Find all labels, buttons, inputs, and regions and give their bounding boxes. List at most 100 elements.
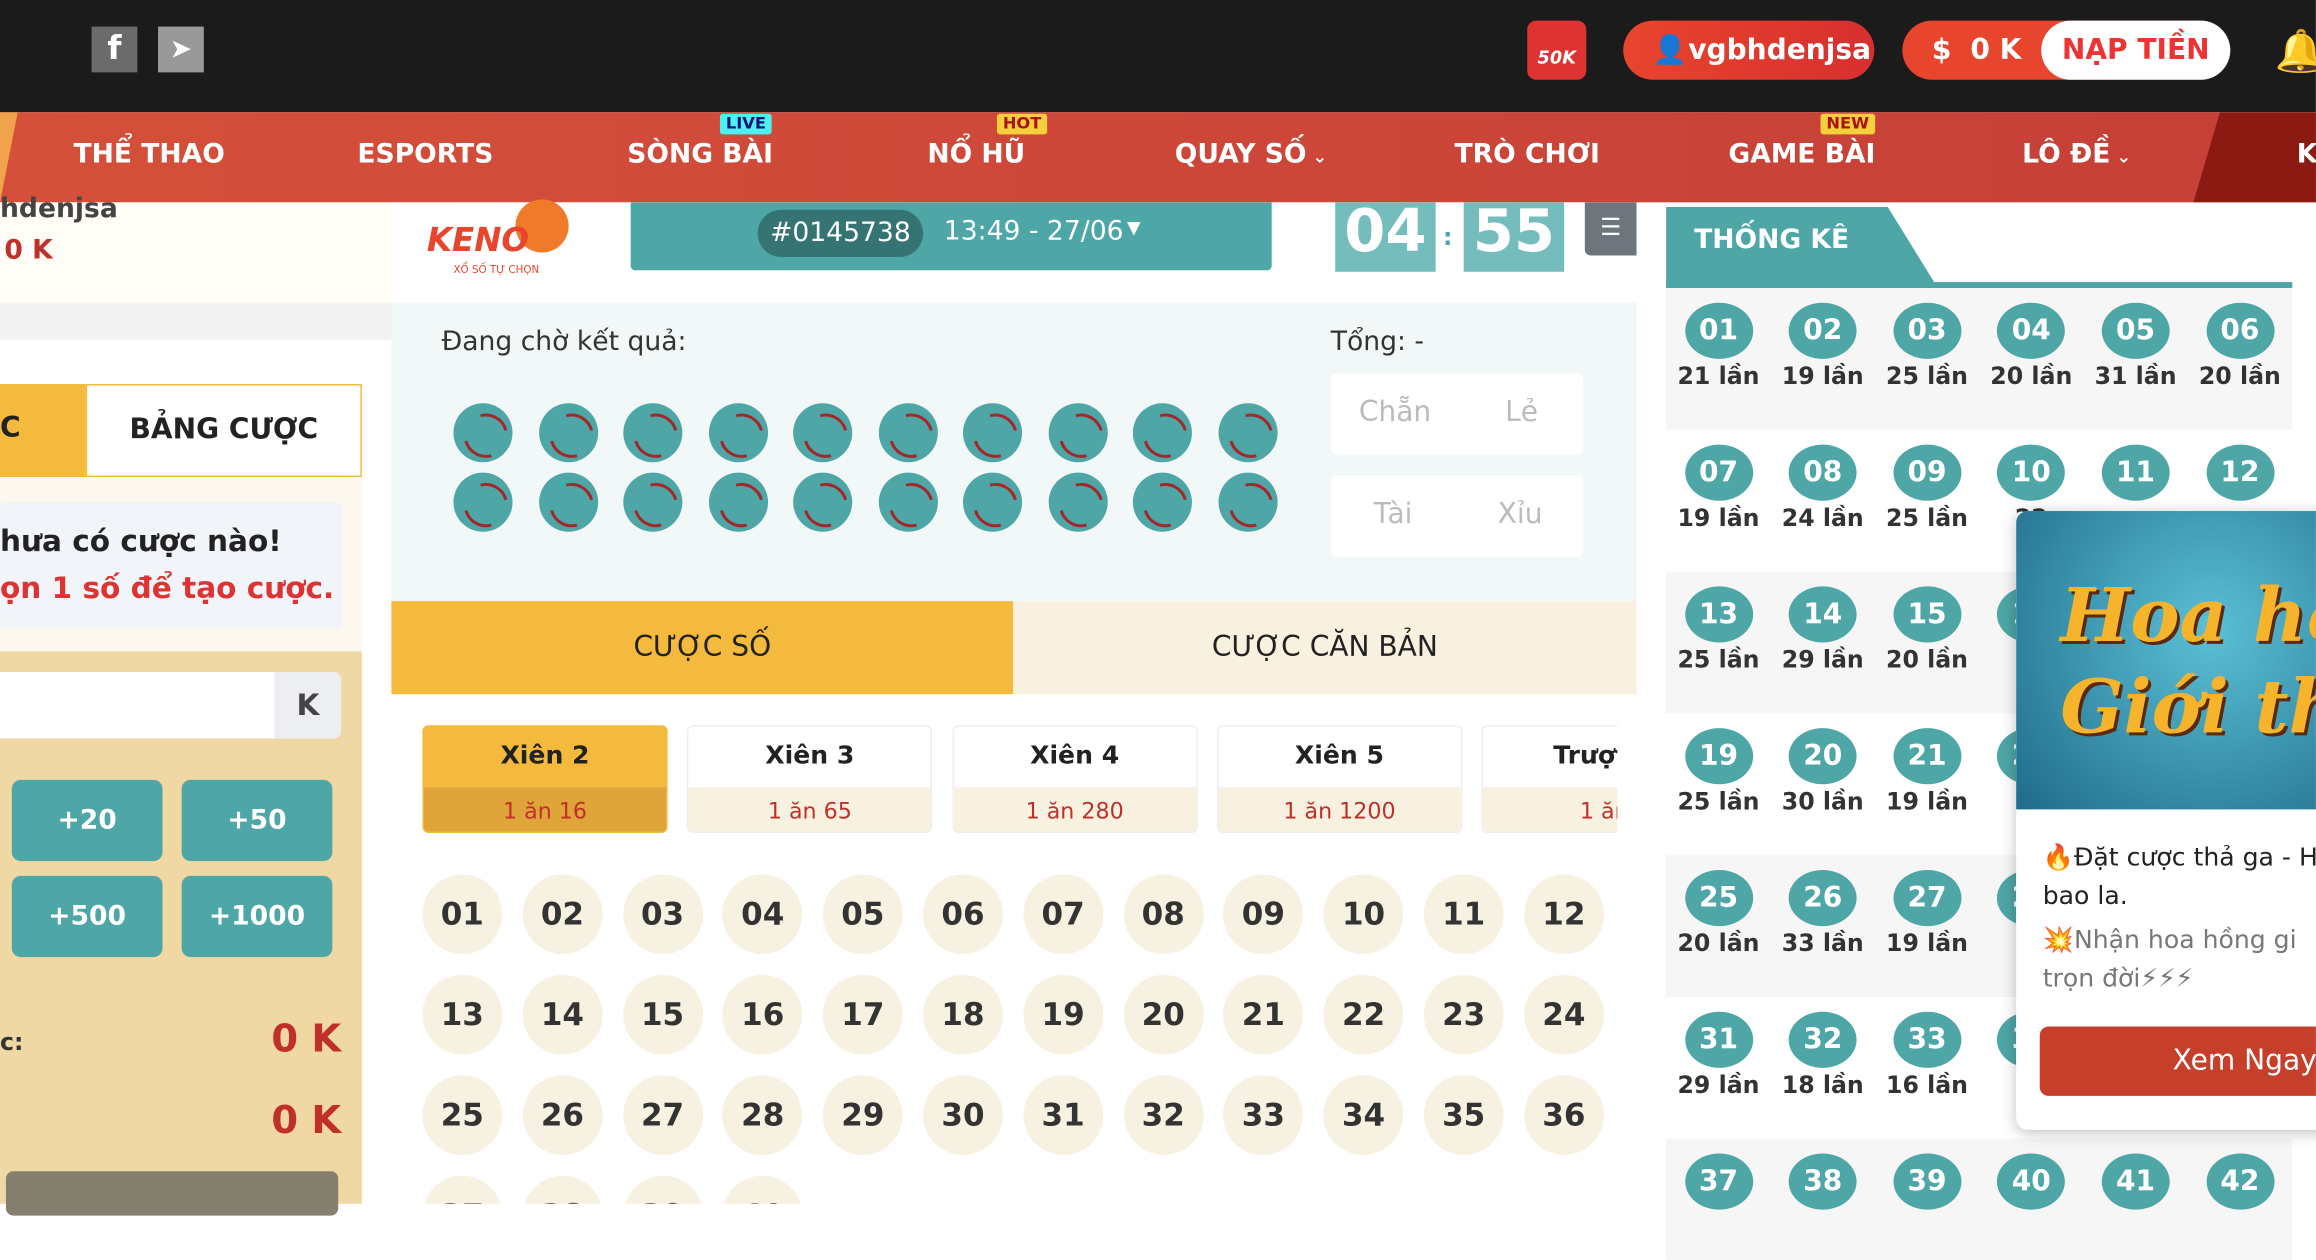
- number-ball[interactable]: 11: [1423, 874, 1504, 955]
- number-ball[interactable]: 32: [1123, 1075, 1204, 1156]
- stats-item: 03 25 lần: [1875, 288, 1980, 390]
- number-ball[interactable]: 09: [1223, 874, 1304, 955]
- number-ball[interactable]: 22: [1323, 974, 1404, 1055]
- nav-badge: LIVE: [719, 113, 772, 135]
- number-ball[interactable]: 14: [522, 974, 603, 1055]
- empty-message: hưa có cược nào! ọn 1 số để tạo cược.: [0, 502, 343, 628]
- number-ball[interactable]: 15: [622, 974, 703, 1055]
- username: vgbhdenjsa: [1688, 33, 1872, 67]
- number-ball[interactable]: 17: [822, 974, 903, 1055]
- stats-count: 25 lần: [1886, 361, 1969, 390]
- tab-bet-table[interactable]: BẢNG CƯỢC: [85, 384, 362, 478]
- number-ball[interactable]: 25: [422, 1075, 503, 1156]
- round-selector[interactable]: #0145738 13:49 - 27/06 ▼: [630, 202, 1272, 271]
- amount-input[interactable]: [0, 672, 275, 739]
- balance-pill: $ 0 K NẠP TIỀN: [1902, 20, 2231, 80]
- nav-item-8[interactable]: K: [2297, 139, 2316, 170]
- number-ball[interactable]: 02: [522, 874, 603, 955]
- number-ball[interactable]: 13: [422, 974, 503, 1055]
- nav-item-1[interactable]: ESPORTS: [357, 139, 493, 170]
- number-ball[interactable]: 16: [722, 974, 803, 1055]
- stats-count: 25 lần: [1886, 503, 1969, 532]
- menu-toggle-icon[interactable]: ☰: [1584, 202, 1637, 256]
- bet-type-2[interactable]: Xiên 4 1 ăn 280: [952, 725, 1198, 834]
- number-ball[interactable]: 21: [1223, 974, 1304, 1055]
- nav-item-6[interactable]: GAME BÀI: [1728, 139, 1875, 170]
- quick-add-50[interactable]: +50: [181, 779, 333, 862]
- view-now-button[interactable]: Xem Ngay!: [2039, 1026, 2316, 1096]
- number-ball[interactable]: 19: [1023, 974, 1104, 1055]
- number-ball[interactable]: 33: [1223, 1075, 1304, 1156]
- quick-add-1000[interactable]: +1000: [181, 875, 333, 958]
- result-ball-loading: [708, 472, 768, 532]
- number-ball[interactable]: 36: [1523, 1075, 1604, 1156]
- stats-item: 08 24 lần: [1770, 430, 1875, 532]
- result-ball-loading: [793, 472, 853, 532]
- stats-row: 37 38 39 40 41 42: [1666, 1138, 2293, 1260]
- bet-type-3[interactable]: Xiên 5 1 ăn 1200: [1216, 725, 1463, 834]
- number-ball[interactable]: 07: [1023, 874, 1104, 955]
- number-ball[interactable]: 38: [522, 1175, 603, 1204]
- telegram-icon[interactable]: ➤: [158, 26, 204, 73]
- number-ball[interactable]: 08: [1123, 874, 1204, 955]
- deposit-button[interactable]: NẠP TIỀN: [2041, 20, 2231, 80]
- user-name: hdenjsa: [0, 193, 118, 225]
- number-ball[interactable]: 30: [923, 1075, 1003, 1156]
- nav-item-5[interactable]: TRÒ CHƠI: [1455, 139, 1600, 170]
- tab-number-bet[interactable]: CƯỢC SỐ: [391, 601, 1014, 695]
- stats-number: 38: [1788, 1153, 1857, 1210]
- number-ball[interactable]: 29: [822, 1075, 903, 1156]
- quick-add-20[interactable]: +20: [11, 779, 163, 862]
- bet-type-0[interactable]: Xiên 2 1 ăn 16: [422, 725, 668, 834]
- number-ball[interactable]: 31: [1023, 1075, 1104, 1156]
- number-ball[interactable]: 03: [622, 874, 703, 955]
- promo-gift-icon[interactable]: 50K: [1527, 20, 1587, 80]
- empty-title: hưa có cược nào!: [0, 522, 282, 559]
- number-ball[interactable]: 20: [1123, 974, 1204, 1055]
- number-ball[interactable]: 26: [522, 1075, 603, 1156]
- stats-item: 33 16 lần: [1875, 997, 1980, 1099]
- result-ball-loading: [793, 403, 853, 463]
- submit-bet-button[interactable]: [5, 1171, 339, 1216]
- number-ball[interactable]: 28: [722, 1075, 803, 1156]
- tab-bet[interactable]: C: [0, 384, 86, 478]
- number-ball[interactable]: 24: [1523, 974, 1604, 1055]
- facebook-icon[interactable]: f: [91, 26, 138, 73]
- nav-item-7[interactable]: LÔ ĐỀ ⌄: [2022, 139, 2131, 170]
- number-ball[interactable]: 23: [1423, 974, 1504, 1055]
- number-ball[interactable]: 01: [422, 874, 503, 955]
- number-ball[interactable]: 06: [923, 874, 1003, 955]
- stats-number: 20: [1788, 728, 1857, 785]
- nav-item-3[interactable]: NỔ HŨ: [927, 139, 1025, 170]
- number-ball[interactable]: 34: [1323, 1075, 1404, 1156]
- bet-type-odds: 1 ăn 65: [688, 787, 931, 832]
- number-ball[interactable]: 05: [822, 874, 903, 955]
- number-ball[interactable]: 40: [722, 1175, 803, 1204]
- empty-hint: ọn 1 số để tạo cược.: [0, 570, 335, 606]
- number-ball[interactable]: 12: [1523, 874, 1604, 955]
- nav-item-2[interactable]: SÒNG BÀI: [627, 139, 773, 170]
- bet-type-4[interactable]: Trượt X 1 ăn: [1481, 725, 1618, 834]
- stats-item: 07 19 lần: [1666, 430, 1771, 532]
- bell-icon[interactable]: 🔔: [2275, 27, 2316, 76]
- promo-image[interactable]: Hoa hồng Giới th: [2016, 511, 2316, 810]
- number-ball[interactable]: 18: [923, 974, 1003, 1055]
- number-ball[interactable]: 27: [622, 1075, 703, 1156]
- nav-item-0[interactable]: THỂ THAO: [73, 139, 224, 170]
- number-ball[interactable]: 04: [722, 874, 803, 955]
- total-label: c:: [0, 1027, 24, 1057]
- stats-count: 19 lần: [1781, 361, 1864, 390]
- stats-item: 20 30 lần: [1770, 713, 1875, 815]
- stats-count: 16 lần: [1886, 1070, 1969, 1099]
- nav-item-4[interactable]: QUAY SỐ ⌄: [1175, 139, 1327, 170]
- tab-basic-bet[interactable]: CƯỢC CĂN BẢN: [1013, 601, 1637, 695]
- user-button[interactable]: 👤 vgbhdenjsa: [1623, 20, 1875, 80]
- number-ball[interactable]: 10: [1323, 874, 1404, 955]
- number-ball[interactable]: 39: [622, 1175, 703, 1204]
- promo-popup: Hoa hồng Giới th 🔥Đặt cược thả ga - H bao…: [2016, 511, 2316, 1130]
- quick-add-500[interactable]: +500: [11, 875, 163, 958]
- number-ball[interactable]: 37: [422, 1175, 503, 1204]
- promo-text: 🔥Đặt cược thả ga - H bao la. 💥Nhận hoa hồ…: [2043, 839, 2316, 999]
- number-ball[interactable]: 35: [1423, 1075, 1504, 1156]
- bet-type-1[interactable]: Xiên 3 1 ăn 65: [687, 725, 933, 834]
